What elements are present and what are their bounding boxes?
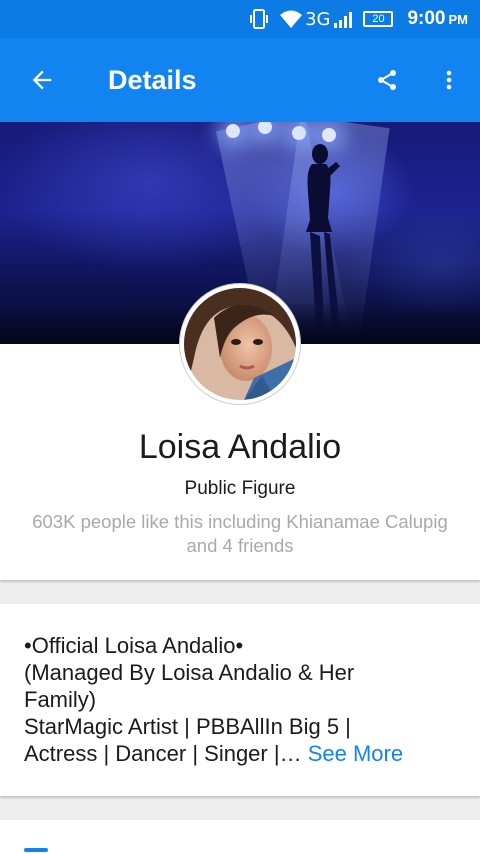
about-line: Family) [24, 687, 97, 712]
about-text: •Official Loisa Andalio• (Managed By Loi… [24, 632, 464, 767]
signal-icon [333, 10, 353, 28]
profile-category[interactable]: Public Figure [0, 478, 480, 500]
about-card: •Official Loisa Andalio• (Managed By Loi… [0, 604, 480, 796]
next-section-card [0, 820, 480, 854]
battery-level: 20 [372, 13, 385, 25]
about-line-last: Actress | Dancer | Singer |… See More [24, 740, 464, 767]
likes-summary[interactable]: 603K people like this including Khianama… [30, 510, 450, 558]
stage-light [226, 124, 240, 138]
about-line: •Official Loisa Andalio• [24, 633, 244, 658]
status-bar: 3G 20 9:00 PM [0, 0, 480, 38]
more-options-button[interactable] [418, 38, 480, 122]
see-more-link[interactable]: See More [308, 741, 403, 766]
battery-icon: 20 [363, 11, 394, 27]
share-button[interactable] [356, 38, 418, 122]
next-section-heading-partial [24, 848, 48, 852]
about-line: StarMagic Artist | PBBAllIn Big 5 | [24, 714, 351, 739]
clock-ampm: PM [448, 11, 469, 27]
about-line: Actress | Dancer | Singer |… [24, 741, 302, 766]
clock-time: 9:00 [407, 8, 446, 29]
more-vert-icon [446, 70, 452, 90]
clock: 9:00 PM [407, 8, 468, 30]
network-type: 3G [305, 8, 331, 30]
about-line: (Managed By Loisa Andalio & Her [24, 660, 355, 685]
back-arrow-icon [32, 70, 52, 90]
share-icon [378, 70, 396, 90]
profile-avatar[interactable] [180, 284, 300, 404]
vibrate-icon [249, 8, 269, 30]
stage-light [292, 126, 306, 140]
app-bar: Details [0, 38, 480, 122]
performer-silhouette [306, 144, 340, 328]
page-title: Details [108, 64, 197, 95]
back-button[interactable] [0, 38, 84, 122]
profile-name: Loisa Andalio [138, 428, 342, 466]
wifi-icon [279, 9, 303, 29]
